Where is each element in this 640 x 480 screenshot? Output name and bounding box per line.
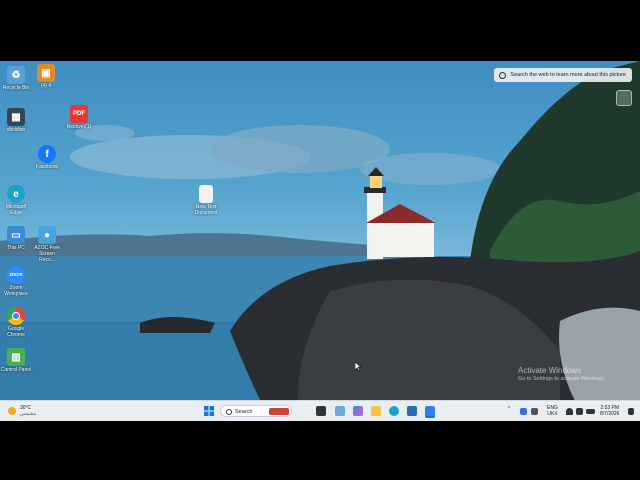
this-pc-shortcut[interactable]: ▭ This PC: [0, 226, 32, 251]
copilot-icon[interactable]: [353, 406, 363, 416]
zoom-icon: zoom: [7, 266, 25, 284]
recover-pdf-shortcut[interactable]: PDF Recover(1): [63, 105, 95, 130]
tray-chevron-icon[interactable]: ^: [508, 406, 510, 412]
taskbar-search-placeholder: Search: [235, 409, 253, 415]
image-file-icon: ▦: [7, 108, 25, 126]
task-view-icon[interactable]: [316, 406, 326, 416]
recycle-bin-shortcut[interactable]: ♻ Recycle Bin: [0, 66, 32, 91]
control-panel-shortcut[interactable]: ▥ Control Panel: [0, 348, 32, 373]
facebook-label: Facebook: [36, 164, 58, 170]
store-icon[interactable]: [407, 406, 417, 416]
taskbar-search-box[interactable]: Search: [220, 405, 292, 417]
control-panel-label: Control Panel: [0, 367, 32, 373]
active-app-icon[interactable]: [425, 406, 435, 418]
activate-subtitle: Go to Settings to activate Windows.: [518, 376, 605, 382]
package-icon: ▣: [37, 64, 55, 82]
clock[interactable]: 2:53 PM 8/7/2026: [600, 405, 619, 417]
facebook-shortcut[interactable]: f Facebook: [31, 145, 63, 170]
chrome-label: Google Chrome: [7, 326, 25, 338]
desktop: ♻ Recycle Bin ▣ (4) 4 ▦ obsidian PDF Rec…: [0, 61, 640, 420]
app-icon-1[interactable]: [335, 406, 345, 416]
screen-recorder-label: AZOC Free Screen Reco...: [34, 245, 60, 263]
recover-pdf-label: Recover(1): [66, 124, 92, 130]
search-highlight-icon: [269, 408, 289, 415]
mouse-cursor-icon: [355, 362, 361, 371]
recycle-bin-icon: ♻: [7, 66, 25, 84]
search-picture-tip[interactable]: Search the web to learn more about this …: [494, 68, 632, 82]
activate-windows-watermark: Activate Windows Go to Settings to activ…: [518, 366, 605, 382]
taskbar: 30°C مشمس Search ^ ENG UKX 2:53 PM 8/7/2…: [0, 400, 640, 421]
tray-app-icon-1[interactable]: [520, 408, 527, 415]
screen-recorder-shortcut[interactable]: ● AZOC Free Screen Reco...: [31, 226, 63, 263]
start-button[interactable]: [204, 406, 214, 416]
obsidian-shortcut[interactable]: ▦ obsidian: [0, 108, 32, 133]
windows-logo-icon: [204, 406, 214, 416]
search-tip-text: Search the web to learn more about this …: [510, 72, 626, 78]
weather-desc: مشمس: [20, 411, 37, 417]
search-icon: [499, 72, 507, 79]
chrome-icon: [7, 307, 25, 325]
language-bottom: UKX: [547, 411, 558, 417]
battery-icon[interactable]: [586, 409, 595, 414]
text-file-icon: [199, 185, 213, 203]
text-document-label: New Text Document: [194, 204, 218, 216]
edge-label: Microsoft Edge: [5, 204, 27, 216]
recycle-bin-label: Recycle Bin: [2, 85, 30, 91]
package-shortcut[interactable]: ▣ (4) 4: [30, 64, 62, 89]
chrome-shortcut[interactable]: Google Chrome: [0, 307, 32, 338]
facebook-icon: f: [38, 145, 56, 163]
obsidian-label: obsidian: [6, 127, 26, 133]
text-document-shortcut[interactable]: New Text Document: [190, 185, 222, 216]
this-pc-icon: ▭: [7, 226, 25, 244]
picture-lens-icon[interactable]: [616, 90, 632, 106]
wifi-icon[interactable]: [566, 408, 573, 415]
search-icon: [226, 409, 232, 415]
sun-icon: [8, 407, 16, 415]
notification-bell-icon[interactable]: [628, 408, 634, 415]
edge-shortcut[interactable]: e Microsoft Edge: [0, 185, 32, 216]
edge-taskbar-icon[interactable]: [389, 406, 399, 416]
clock-date: 8/7/2026: [600, 411, 620, 417]
language-indicator[interactable]: ENG UKX: [547, 405, 558, 417]
zoom-label: Zoom Workplace: [4, 285, 28, 297]
weather-widget[interactable]: 30°C مشمس: [6, 404, 46, 418]
package-label: (4) 4: [40, 83, 52, 89]
edge-icon: e: [7, 185, 25, 203]
tray-app-icon-2[interactable]: [531, 408, 538, 415]
control-panel-icon: ▥: [7, 348, 25, 366]
volume-icon[interactable]: [576, 408, 583, 415]
zoom-shortcut[interactable]: zoom Zoom Workplace: [0, 266, 32, 297]
file-explorer-icon[interactable]: [371, 406, 381, 416]
screen-recorder-icon: ●: [38, 226, 56, 244]
activate-title: Activate Windows: [518, 366, 582, 375]
this-pc-label: This PC: [7, 245, 25, 251]
pdf-icon: PDF: [70, 105, 88, 123]
